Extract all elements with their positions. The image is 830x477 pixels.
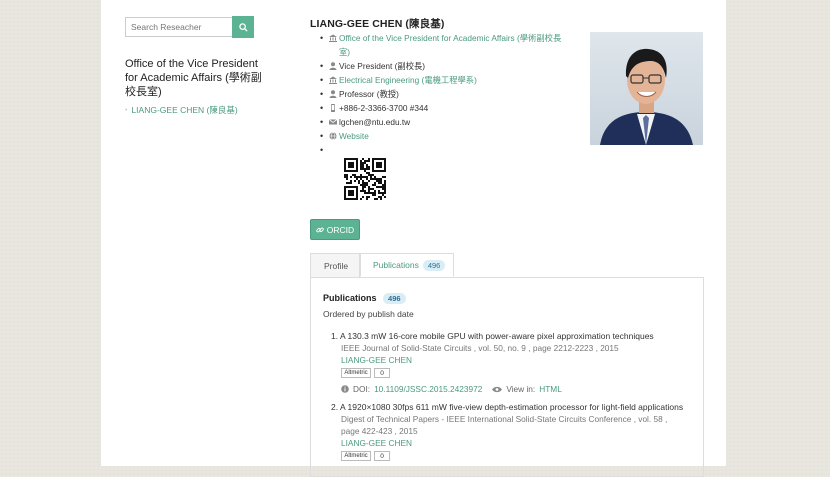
- institution-icon: [329, 34, 337, 42]
- institution-icon: [329, 76, 337, 84]
- info-phone: +886-2-3366-3700 #344: [316, 101, 566, 115]
- info-icon: [341, 385, 349, 393]
- info-rank: Professor (教授): [316, 87, 566, 101]
- page-container: Office of the Vice President for Academi…: [101, 0, 726, 477]
- tab-publications[interactable]: Publications 496: [360, 253, 454, 277]
- search-bar: [125, 16, 254, 38]
- tab-profile-label: Profile: [324, 260, 349, 271]
- tab-publications-label: Publications: [373, 260, 419, 270]
- publication-title: 1. A 130.3 mW 16-core mobile GPU with po…: [331, 331, 654, 341]
- altmetric-count: 0: [374, 368, 390, 378]
- altmetric-logo: Altmetric: [341, 368, 371, 378]
- researcher-name: LIANG-GEE CHEN (陳良基): [310, 18, 445, 30]
- info-email: lgchen@ntu.edu.tw: [316, 115, 566, 129]
- profile-info-list: Office of the Vice President for Academi…: [316, 31, 566, 157]
- user-icon: [329, 62, 337, 70]
- publication-doi-row: DOI: 10.1109/JSSC.2015.2423972 View in: …: [341, 383, 687, 395]
- bullet-icon: •: [125, 106, 128, 114]
- publication-item: 1. A 130.3 mW 16-core mobile GPU with po…: [331, 330, 687, 395]
- sidebar-title: Office of the Vice President for Academi…: [125, 58, 262, 98]
- website-link[interactable]: Website: [339, 131, 369, 141]
- sidebar-item-researcher[interactable]: • LIANG-GEE CHEN (陳良基): [125, 104, 238, 116]
- publications-heading: Publications 496: [323, 293, 406, 304]
- info-position: Vice President (副校長): [316, 59, 566, 73]
- rank-text: Professor (教授): [339, 89, 399, 99]
- qr-code: [344, 158, 386, 200]
- envelope-icon: [329, 119, 337, 125]
- publications-heading-badge: 496: [383, 293, 406, 304]
- order-note: Ordered by publish date: [323, 309, 414, 319]
- link-icon: [316, 227, 324, 232]
- publication-title: 2. A 1920×1080 30fps 611 mW five-view de…: [331, 402, 684, 412]
- publication-author[interactable]: LIANG-GEE CHEN: [331, 437, 687, 449]
- altmetric-logo: Altmetric: [341, 451, 371, 461]
- info-department: Electrical Engineering (電機工程學系): [316, 73, 566, 87]
- orcid-label: ORCID: [326, 224, 355, 235]
- publication-source: Digest of Technical Papers - IEEE Intern…: [341, 414, 668, 436]
- doi-link[interactable]: 10.1109/JSSC.2015.2423972: [374, 383, 482, 395]
- info-website: Website: [316, 129, 566, 143]
- profile-photo: [590, 32, 703, 145]
- publication-source: IEEE Journal of Solid-State Circuits , v…: [341, 343, 619, 353]
- altmetric-widget[interactable]: Altmetric 0: [341, 367, 687, 379]
- department-link[interactable]: Electrical Engineering (電機工程學系): [339, 75, 477, 85]
- eye-icon: [492, 386, 503, 392]
- globe-icon: [329, 132, 337, 140]
- publications-panel: Publications 496 Ordered by publish date…: [310, 277, 704, 477]
- view-html-link[interactable]: HTML: [539, 383, 562, 395]
- doi-label: DOI:: [353, 384, 371, 394]
- info-office: Office of the Vice President for Academi…: [316, 31, 566, 59]
- orcid-button[interactable]: ORCID: [310, 219, 360, 240]
- office-link[interactable]: Office of the Vice President for Academi…: [339, 33, 561, 57]
- altmetric-widget[interactable]: Altmetric 0: [341, 450, 687, 462]
- phone-icon: [331, 104, 335, 112]
- altmetric-count: 0: [374, 451, 390, 461]
- publication-item: 2. A 1920×1080 30fps 611 mW five-view de…: [331, 401, 687, 462]
- sidebar-item-label: LIANG-GEE CHEN (陳良基): [131, 105, 238, 115]
- profile-tabs: Profile Publications 496: [310, 253, 704, 278]
- info-empty: [316, 143, 566, 157]
- search-input[interactable]: [125, 17, 232, 37]
- search-button[interactable]: [232, 16, 254, 38]
- user-icon: [329, 90, 337, 98]
- publications-count-badge: 496: [422, 259, 446, 271]
- position-text: Vice President (副校長): [339, 61, 426, 71]
- view-label: View in:: [506, 384, 536, 394]
- publications-heading-label: Publications: [323, 293, 377, 303]
- tab-profile[interactable]: Profile: [310, 253, 360, 277]
- email-text[interactable]: lgchen@ntu.edu.tw: [339, 117, 410, 127]
- publication-author[interactable]: LIANG-GEE CHEN: [331, 354, 687, 366]
- search-icon: [238, 22, 248, 32]
- phone-text: +886-2-3366-3700 #344: [339, 103, 429, 113]
